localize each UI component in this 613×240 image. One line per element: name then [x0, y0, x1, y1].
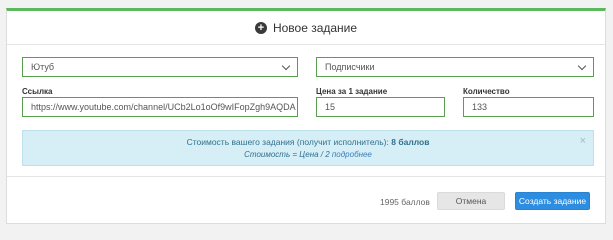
quantity-label: Количество	[463, 87, 510, 96]
link-input[interactable]: https://www.youtube.com/channel/UCb2Lo1o…	[22, 97, 298, 117]
quantity-input[interactable]: 133	[463, 97, 594, 117]
chevron-down-icon	[281, 61, 291, 70]
panel-title: Новое задание	[272, 20, 358, 35]
create-task-button[interactable]: Создать задание	[515, 192, 590, 210]
cost-info-text: Стоимость вашего задания (получит исполн…	[186, 137, 392, 147]
cost-formula-text: Стоимость = Цена / 2	[244, 150, 332, 159]
cost-info-line: Стоимость вашего задания (получит исполн…	[23, 137, 593, 147]
service-select-value: Ютуб	[31, 62, 55, 72]
balance-text: 1995 баллов	[380, 197, 430, 207]
service-select[interactable]: Ютуб	[22, 57, 298, 77]
cost-info-alert: Стоимость вашего задания (получит исполн…	[22, 130, 594, 166]
chevron-down-icon	[577, 61, 587, 70]
close-icon[interactable]: ×	[580, 135, 586, 147]
cost-formula-line: Стоимость = Цена / 2 подробнее	[23, 150, 593, 159]
price-input-value: 15	[325, 102, 336, 112]
link-input-value: https://www.youtube.com/channel/UCb2Lo1o…	[31, 102, 296, 112]
cancel-button[interactable]: Отмена	[437, 192, 505, 210]
plus-circle-icon: +	[254, 21, 267, 34]
price-input[interactable]: 15	[316, 97, 445, 117]
panel-header: + Новое задание	[7, 11, 605, 45]
task-type-select[interactable]: Подписчики	[316, 57, 594, 77]
price-label: Цена за 1 задание	[316, 87, 388, 96]
cost-info-value: 8 баллов	[391, 137, 430, 147]
link-label: Ссылка	[22, 87, 53, 96]
new-task-panel: + Новое задание Ютуб Подписчики Ссылка h…	[6, 8, 606, 224]
task-type-select-value: Подписчики	[325, 62, 375, 72]
quantity-input-value: 133	[472, 102, 488, 112]
footer-divider	[7, 176, 605, 177]
details-link[interactable]: подробнее	[332, 150, 372, 159]
